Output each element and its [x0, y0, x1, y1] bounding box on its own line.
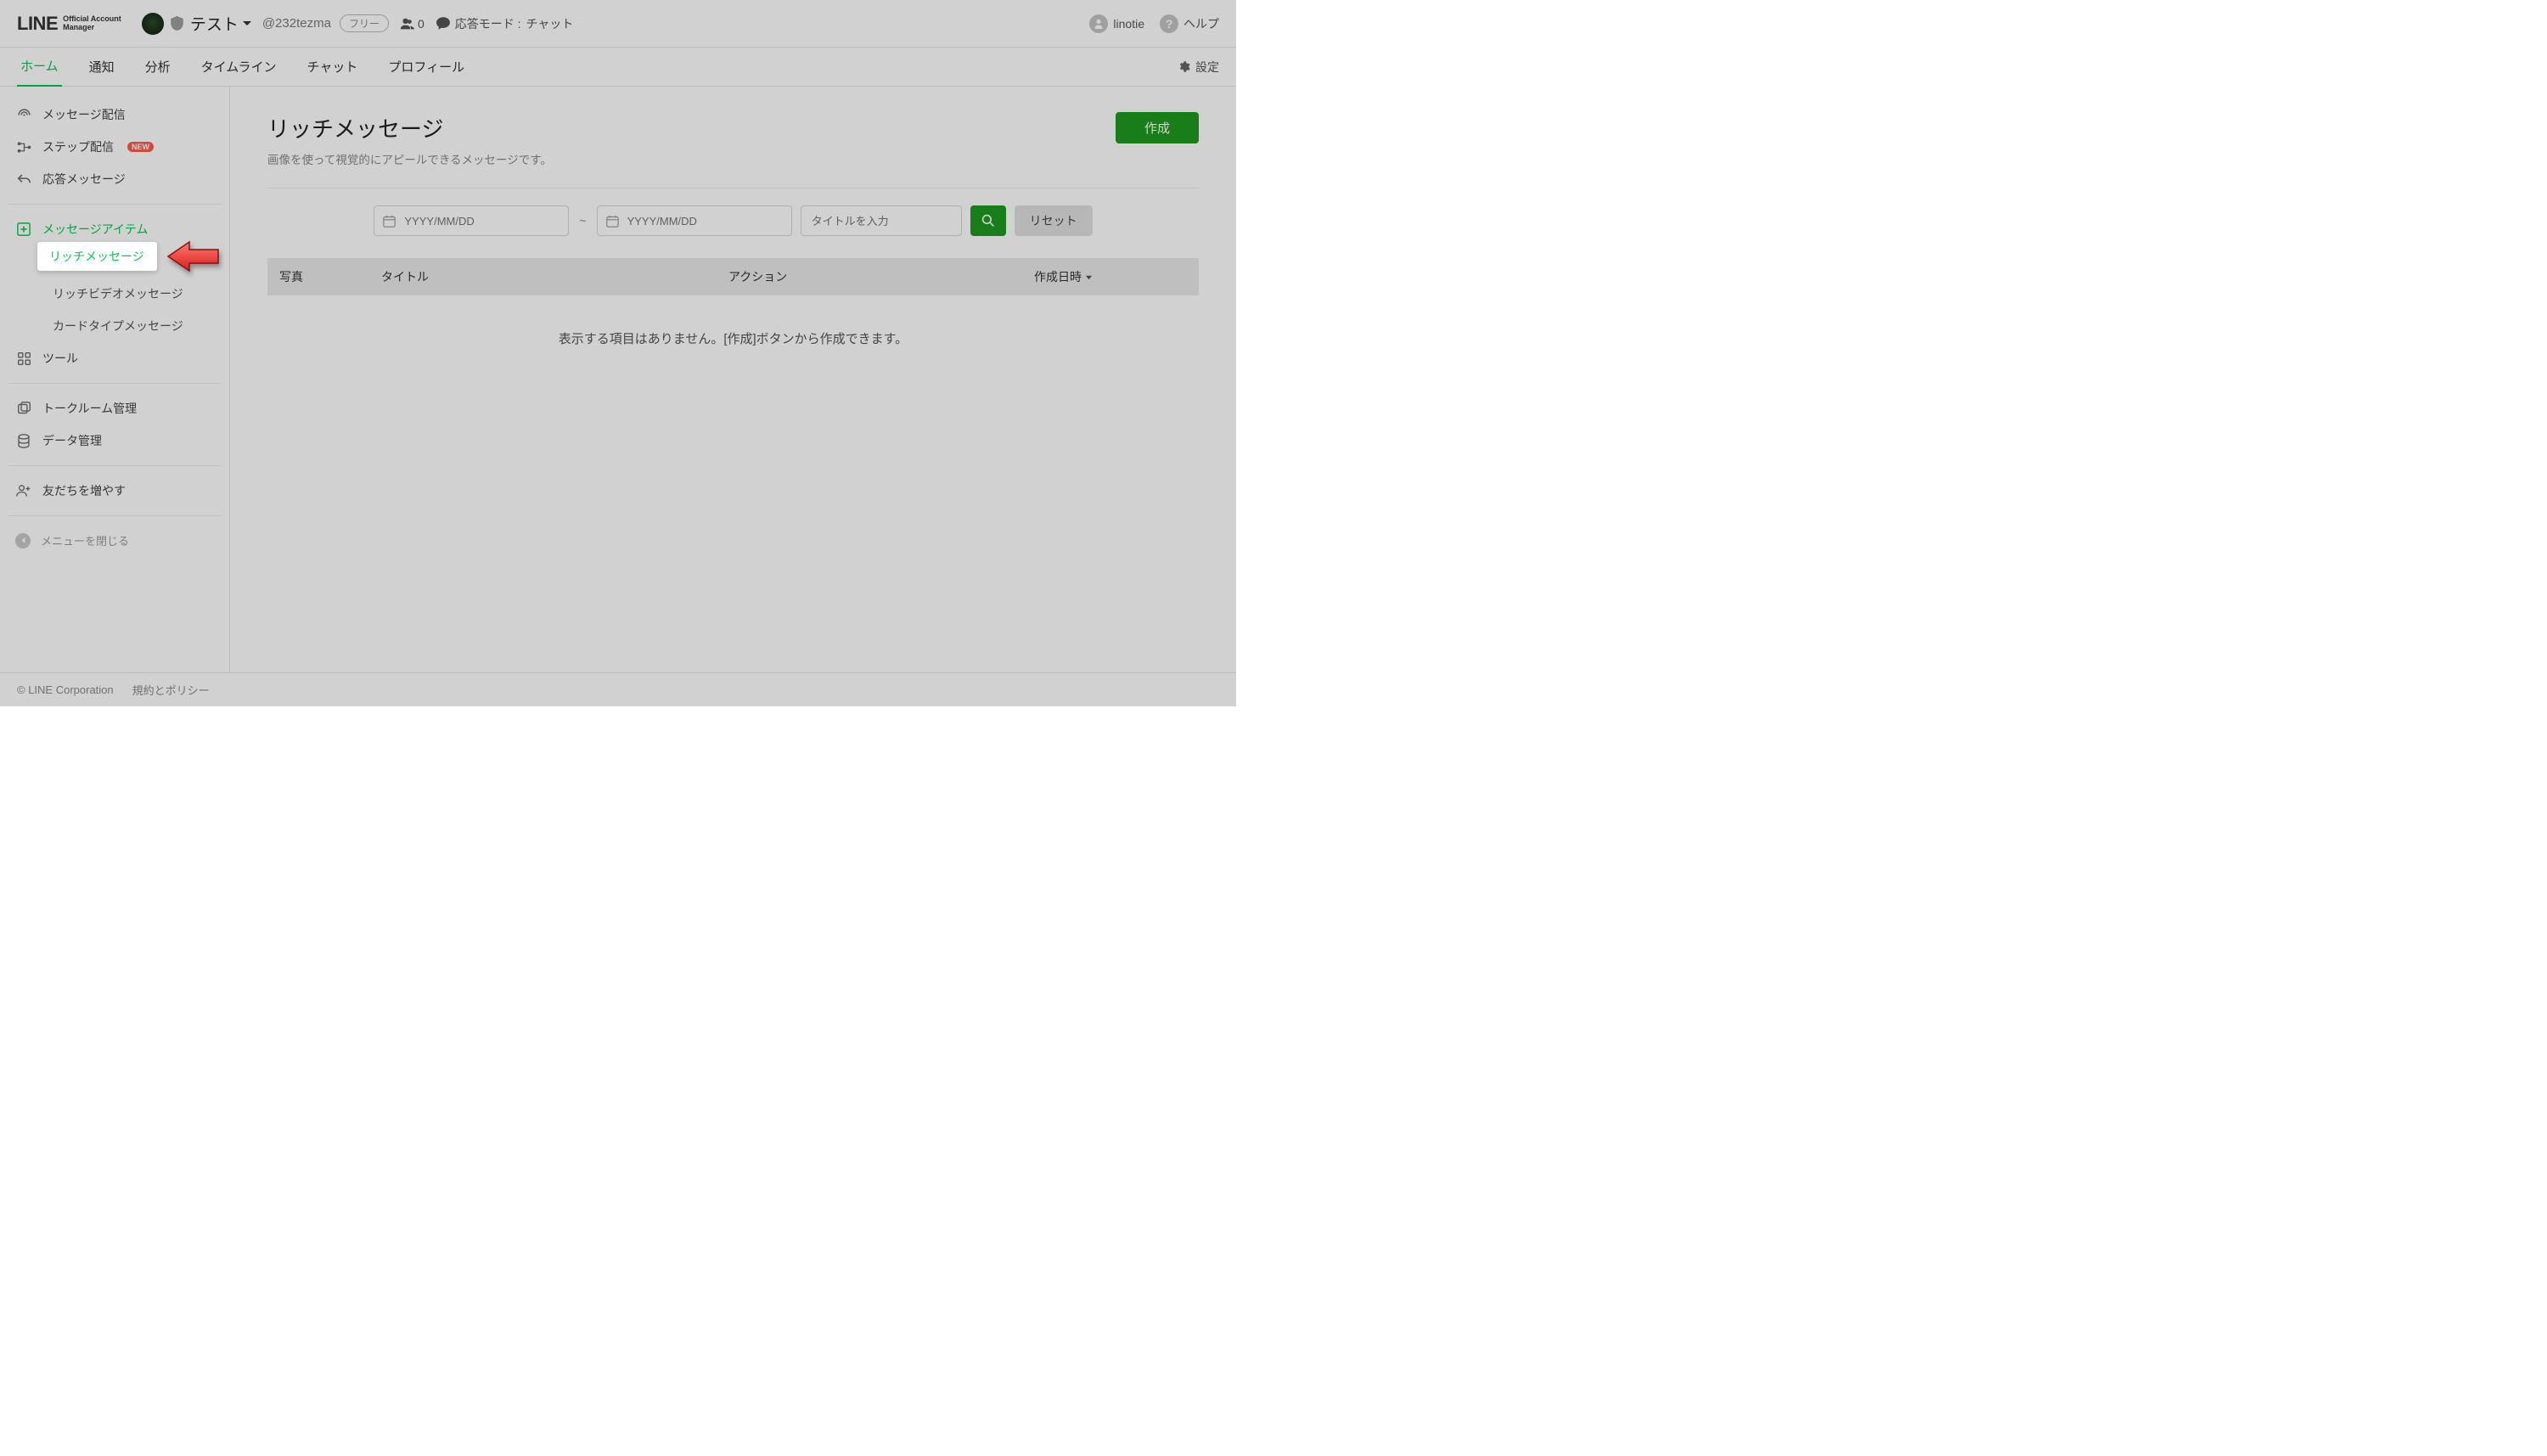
calendar-icon	[383, 215, 396, 228]
account-id: @232tezma	[262, 16, 331, 31]
account-name: テスト	[190, 12, 252, 35]
body: メッセージ配信 ステップ配信 NEW 応答メッセージ メッセージアイテム リッチ…	[0, 87, 1236, 672]
user-avatar-icon	[1089, 14, 1108, 33]
search-button[interactable]	[970, 205, 1006, 236]
footer-policy-link[interactable]: 規約とポリシー	[132, 682, 210, 698]
nav-chat[interactable]: チャット	[304, 48, 362, 86]
step-icon	[15, 141, 32, 154]
people-icon	[401, 18, 414, 30]
sidebar-collapse[interactable]: メニューを閉じる	[8, 525, 221, 556]
footer: © LINE Corporation 規約とポリシー	[0, 672, 1236, 706]
date-to-field[interactable]	[627, 215, 783, 228]
title-filter-input[interactable]	[801, 205, 962, 236]
add-friend-icon	[15, 484, 32, 498]
sidebar-separator	[8, 204, 221, 205]
sidebar-item-step[interactable]: ステップ配信 NEW	[8, 131, 221, 163]
account-avatar	[142, 13, 164, 35]
header-right: linotie ? ヘルプ	[1089, 14, 1219, 33]
page-description: 画像を使って視覚的にアピールできるメッセージです。	[267, 150, 552, 167]
sidebar-sub-rich-video[interactable]: リッチビデオメッセージ	[44, 278, 221, 310]
account-switcher[interactable]: テスト	[142, 12, 252, 35]
footer-copyright: © LINE Corporation	[17, 683, 114, 696]
nav-settings[interactable]: 設定	[1178, 59, 1219, 76]
main-nav: ホーム 通知 分析 タイムライン チャット プロフィール 設定	[0, 48, 1236, 87]
nav-analytics[interactable]: 分析	[142, 48, 174, 86]
username: linotie	[1113, 17, 1144, 31]
sidebar-item-gain-friends[interactable]: 友だちを増やす	[8, 475, 221, 507]
date-range-separator: ~	[577, 214, 588, 228]
date-from-field[interactable]	[404, 215, 559, 228]
help-icon: ?	[1160, 14, 1178, 33]
plan-badge: フリー	[340, 14, 389, 32]
annotation-arrow-icon	[166, 239, 220, 273]
highlight-rich-message[interactable]: リッチメッセージ	[37, 242, 157, 271]
page-header: リッチメッセージ 画像を使って視覚的にアピールできるメッセージです。 作成	[267, 112, 1199, 167]
broadcast-icon	[15, 108, 32, 122]
sidebar: メッセージ配信 ステップ配信 NEW 応答メッセージ メッセージアイテム リッチ…	[0, 87, 230, 672]
database-icon	[15, 434, 32, 448]
date-from-input[interactable]	[374, 205, 569, 236]
sidebar-item-tools[interactable]: ツール	[8, 342, 221, 374]
gear-icon	[1178, 60, 1190, 73]
page-title: リッチメッセージ	[267, 112, 552, 143]
nav-timeline[interactable]: タイムライン	[198, 48, 280, 86]
brand-logo-text: LINE	[17, 13, 58, 35]
th-created[interactable]: 作成日時	[1034, 268, 1187, 285]
calendar-icon	[606, 215, 619, 228]
th-title: タイトル	[381, 268, 728, 285]
sidebar-separator	[8, 515, 221, 516]
nav-home[interactable]: ホーム	[17, 47, 62, 87]
date-to-input[interactable]	[597, 205, 792, 236]
search-icon	[981, 214, 995, 228]
filter-row: ~ リセット	[267, 205, 1199, 236]
tools-icon	[15, 351, 32, 366]
reset-button[interactable]: リセット	[1015, 205, 1093, 236]
talkroom-icon	[15, 402, 32, 416]
new-badge: NEW	[127, 142, 154, 152]
response-mode: 応答モード : チャット	[436, 15, 574, 32]
nav-notifications[interactable]: 通知	[86, 48, 118, 86]
brand: LINE Official Account Manager	[17, 13, 121, 35]
chevron-left-icon	[15, 533, 31, 548]
add-box-icon	[15, 222, 32, 236]
th-photo: 写真	[279, 268, 381, 285]
shield-icon	[171, 16, 183, 31]
user-menu[interactable]: linotie	[1089, 14, 1144, 33]
th-action: アクション	[728, 268, 1034, 285]
nav-profile[interactable]: プロフィール	[385, 48, 468, 86]
brand-subtitle: Official Account Manager	[63, 15, 121, 32]
sidebar-item-data[interactable]: データ管理	[8, 424, 221, 457]
sidebar-separator	[8, 383, 221, 384]
sidebar-separator	[8, 465, 221, 466]
sidebar-item-auto-response[interactable]: 応答メッセージ	[8, 163, 221, 195]
help-link[interactable]: ? ヘルプ	[1160, 14, 1219, 33]
follower-count: 0	[401, 17, 424, 31]
create-button[interactable]: 作成	[1116, 112, 1199, 143]
sort-desc-icon	[1085, 273, 1093, 281]
chat-bubble-icon	[436, 17, 450, 30]
reply-icon	[15, 173, 32, 185]
main-content: リッチメッセージ 画像を使って視覚的にアピールできるメッセージです。 作成 ~	[230, 87, 1236, 672]
sidebar-item-talkroom[interactable]: トークルーム管理	[8, 392, 221, 424]
chevron-down-icon	[242, 19, 252, 29]
app-header: LINE Official Account Manager テスト @232te…	[0, 0, 1236, 48]
sidebar-sub-card-type[interactable]: カードタイプメッセージ	[44, 310, 221, 342]
table-header: 写真 タイトル アクション 作成日時	[267, 258, 1199, 295]
sidebar-item-broadcast[interactable]: メッセージ配信	[8, 98, 221, 131]
empty-state: 表示する項目はありません。[作成]ボタンから作成できます。	[267, 295, 1199, 381]
